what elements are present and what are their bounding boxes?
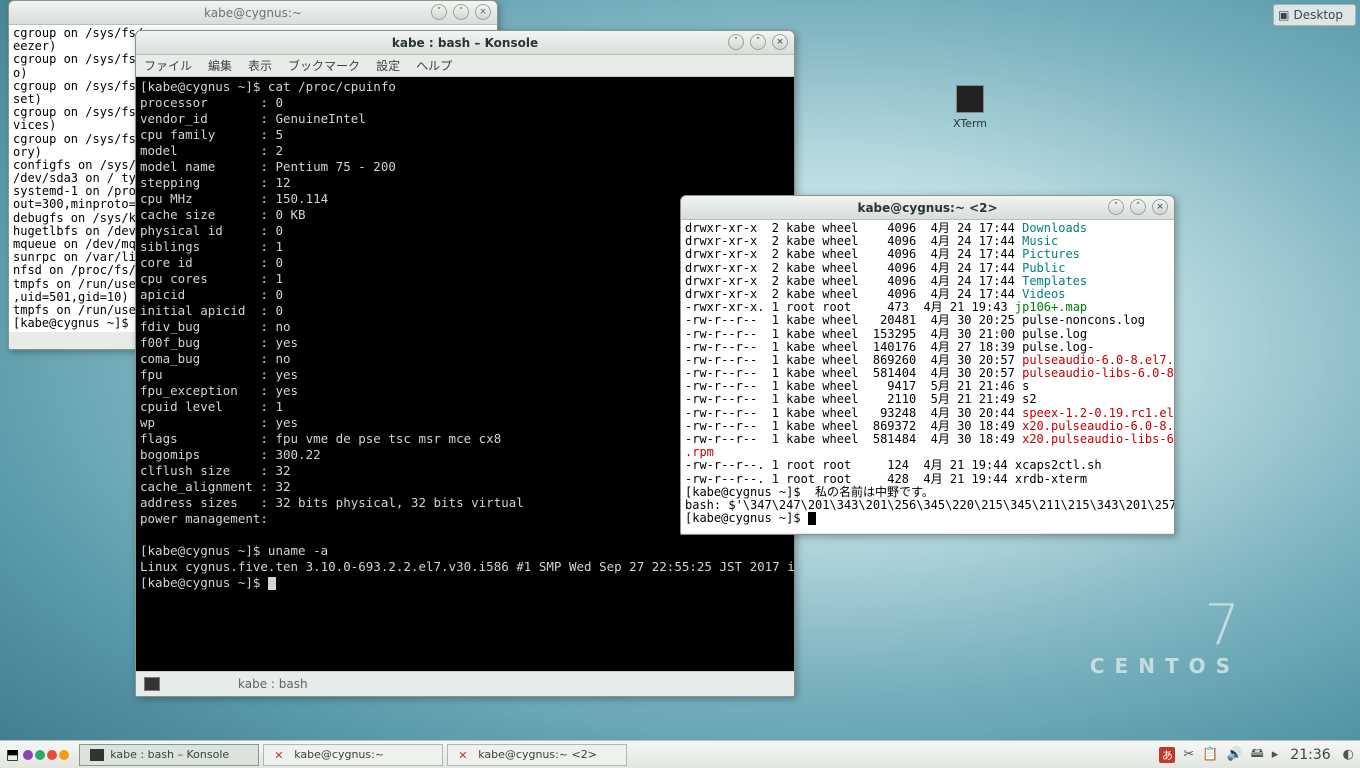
scissors-icon[interactable]: ✂ [1183,747,1194,762]
tray-arrow-icon[interactable]: ▸ [1272,747,1279,762]
clock[interactable]: 21:36 [1290,747,1330,763]
device-icon[interactable]: 🖴 [1251,744,1264,766]
terminal-output[interactable]: drwxr-xr-x 2 kabe wheel 4096 4月 24 17:44… [681,220,1174,533]
centos-name: CENTOS [1090,654,1240,678]
maximize-button[interactable]: ˄ [453,4,469,20]
show-desktop-button[interactable]: ▣ Desktop [1273,4,1356,26]
logout-icon[interactable]: ◐ [1343,747,1354,762]
clipboard-icon[interactable]: 📋 [1202,747,1218,762]
desktop-icon: ▣ [1278,8,1289,22]
close-button[interactable]: × [1152,199,1168,215]
menubar: ファイル編集表示ブックマーク設定ヘルプ [136,55,794,77]
taskbar-item[interactable]: kabe@cygnus:~ [263,744,443,766]
menu-item[interactable]: 表示 [248,57,272,74]
window-xterm2[interactable]: kabe@cygnus:~ <2> ˅ ˄ × drwxr-xr-x 2 kab… [680,195,1175,535]
pager[interactable] [23,750,69,760]
close-button[interactable]: × [475,4,491,20]
minimize-button[interactable]: ˅ [1108,199,1124,215]
menu-item[interactable]: ファイル [144,57,192,74]
xterm-icon [956,85,984,113]
system-tray: あ ✂ 📋 🔊 🖴 ▸ 21:36 ◐ [1159,744,1354,766]
xterm-app-icon [458,749,472,761]
statusbar: kabe : bash [136,671,794,695]
window-title: kabe@cygnus:~ [204,6,302,20]
menu-item[interactable]: 設定 [376,57,400,74]
titlebar[interactable]: kabe@cygnus:~ ˅ ˄ × [9,1,497,25]
maximize-button[interactable]: ˄ [750,34,766,50]
desktop-icon-xterm[interactable]: XTerm [940,85,1000,130]
menu-item[interactable]: 編集 [208,57,232,74]
kde-menu-icon[interactable]: ⬒ [6,747,19,763]
taskbar-item-label: kabe@cygnus:~ [294,748,384,761]
titlebar[interactable]: kabe@cygnus:~ <2> ˅ ˄ × [681,196,1174,220]
konsole-app-icon [90,749,104,761]
desktop-button-label: Desktop [1294,8,1344,22]
new-tab-button[interactable] [144,677,160,691]
taskbar-item[interactable]: kabe@cygnus:~ <2> [447,744,627,766]
window-title: kabe@cygnus:~ <2> [857,201,997,215]
window-title: kabe : bash – Konsole [392,36,538,50]
minimize-button[interactable]: ˅ [728,34,744,50]
maximize-button[interactable]: ˄ [1130,199,1146,215]
taskbar-item-label: kabe : bash – Konsole [110,748,229,761]
centos-version: 7 [1090,598,1240,654]
centos-watermark: 7 CENTOS [1090,598,1240,678]
menu-item[interactable]: ヘルプ [416,57,452,74]
titlebar[interactable]: kabe : bash – Konsole ˅ ˄ × [136,31,794,55]
taskbar-item[interactable]: kabe : bash – Konsole [79,744,259,766]
xterm-app-icon [274,749,288,761]
menu-item[interactable]: ブックマーク [288,57,360,74]
close-button[interactable]: × [772,34,788,50]
taskbar: ⬒ kabe : bash – Konsole kabe@cygnus:~ kabe… [0,740,1360,768]
minimize-button[interactable]: ˅ [431,4,447,20]
ime-indicator[interactable]: あ [1159,747,1175,763]
desktop-icon-label: XTerm [940,117,1000,130]
taskbar-item-label: kabe@cygnus:~ <2> [478,748,597,761]
volume-icon[interactable]: 🔊 [1226,747,1242,762]
tab-label[interactable]: kabe : bash [238,677,308,691]
